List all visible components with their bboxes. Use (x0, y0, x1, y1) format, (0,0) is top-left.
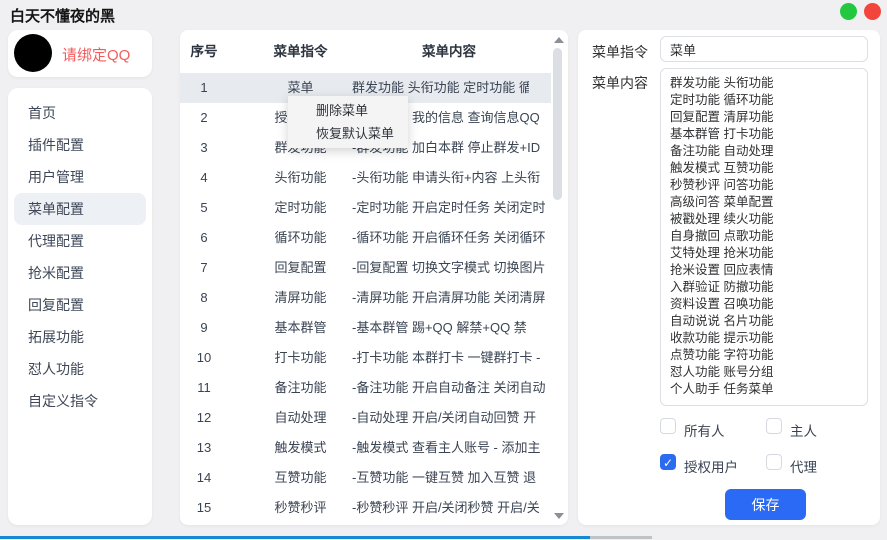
cell-content: -备注功能 开启自动备注 关闭自动 (352, 373, 546, 403)
table-row[interactable]: 9 基本群管 -基本群管 踢+QQ 解禁+QQ 禁 (180, 313, 568, 343)
table-row[interactable]: 12 自动处理 -自动处理 开启/关闭自动回赞 开 (180, 403, 568, 433)
cell-content: -清屏功能 开启清屏功能 关闭清屏 (352, 283, 546, 313)
sidebar-item-plugin-config[interactable]: 插件配置 (14, 129, 146, 161)
cell-content: -互赞功能 一键互赞 加入互赞 退 (352, 463, 546, 493)
table-row[interactable]: 15 秒赞秒评 -秒赞秒评 开启/关闭秒赞 开启/关 (180, 493, 568, 523)
table-row[interactable]: 11 备注功能 -备注功能 开启自动备注 关闭自动 (180, 373, 568, 403)
table-row[interactable]: 7 回复配置 -回复配置 切换文字模式 切换图片 (180, 253, 568, 283)
cell-no: 4 (180, 163, 228, 193)
cell-no: 10 (180, 343, 228, 373)
checkbox-agent[interactable] (766, 454, 782, 470)
cell-no: 14 (180, 463, 228, 493)
checkbox-owner-label: 主人 (790, 420, 817, 440)
cell-no: 6 (180, 223, 228, 253)
table-header: 序号 菜单指令 菜单内容 (180, 37, 568, 67)
profile-card: 请绑定QQ (8, 30, 152, 77)
checkbox-authorized-user-label: 授权用户 (684, 456, 738, 476)
cell-no: 5 (180, 193, 228, 223)
table-row[interactable]: 4 头衔功能 -头衔功能 申请头衔+内容 上头衔 (180, 163, 568, 193)
cell-content: -秒赞秒评 开启/关闭秒赞 开启/关 (352, 493, 546, 523)
table-row[interactable]: 13 触发模式 -触发模式 查看主人账号 - 添加主 (180, 433, 568, 463)
scrollbar-thumb[interactable] (553, 48, 562, 200)
content-textarea[interactable]: 群发功能 头衔功能 定时功能 循环功能 回复配置 清屏功能 基本群管 打卡功能 … (660, 68, 868, 406)
minimize-button[interactable] (840, 3, 857, 20)
sidebar-item-reply-config[interactable]: 回复配置 (14, 289, 146, 321)
command-label: 菜单指令 (592, 42, 648, 62)
context-menu-delete[interactable]: 删除菜单 (288, 99, 408, 122)
cell-no: 12 (180, 403, 228, 433)
cell-no: 15 (180, 493, 228, 523)
table-row[interactable]: 14 互赞功能 -互赞功能 一键互赞 加入互赞 退 (180, 463, 568, 493)
bottom-progress-bar (0, 536, 590, 539)
checkbox-everyone-label: 所有人 (684, 420, 725, 440)
checkbox-everyone[interactable] (660, 418, 676, 434)
cell-no: 2 (180, 103, 228, 133)
cell-no: 7 (180, 253, 228, 283)
window-title: 白天不懂夜的黑 (10, 5, 115, 26)
close-button[interactable] (864, 3, 881, 20)
sidebar-item-extension[interactable]: 拓展功能 (14, 321, 146, 353)
cell-content: -定时功能 开启定时任务 关闭定时 (352, 193, 546, 223)
cell-no: 9 (180, 313, 228, 343)
cell-content: -头衔功能 申请头衔+内容 上头衔 (352, 163, 546, 193)
content-label: 菜单内容 (592, 73, 648, 93)
sidebar-item-home[interactable]: 首页 (14, 97, 146, 129)
header-no: 序号 (180, 37, 228, 67)
cell-no: 8 (180, 283, 228, 313)
cell-content: -循环功能 开启循环任务 关闭循环 (352, 223, 546, 253)
cell-no: 13 (180, 433, 228, 463)
sidebar-item-duiren[interactable]: 怼人功能 (14, 353, 146, 385)
cell-no: 1 (180, 73, 228, 103)
checkbox-authorized-user[interactable]: ✓ (660, 454, 676, 470)
bottom-scrollbar-thumb[interactable] (590, 536, 652, 539)
avatar[interactable] (14, 34, 52, 72)
table-scrollbar[interactable] (551, 30, 567, 525)
table-row[interactable]: 8 清屏功能 -清屏功能 开启清屏功能 关闭清屏 (180, 283, 568, 313)
sidebar-item-user-management[interactable]: 用户管理 (14, 161, 146, 193)
scroll-up-icon[interactable] (554, 37, 564, 43)
header-content: 菜单内容 (352, 37, 546, 67)
cell-no: 11 (180, 373, 228, 403)
cell-content: -自动处理 开启/关闭自动回赞 开 (352, 403, 546, 433)
sidebar-item-menu-config[interactable]: 菜单配置 (14, 193, 146, 225)
context-menu-restore-default[interactable]: 恢复默认菜单 (288, 122, 408, 145)
sidebar-item-custom-commands[interactable]: 自定义指令 (14, 385, 146, 417)
table-row[interactable]: 5 定时功能 -定时功能 开启定时任务 关闭定时 (180, 193, 568, 223)
cell-no: 3 (180, 133, 228, 163)
sidebar-item-qiangmi-config[interactable]: 抢米配置 (14, 257, 146, 289)
table-row[interactable]: 10 打卡功能 -打卡功能 本群打卡 一键群打卡 - (180, 343, 568, 373)
table-row[interactable]: 6 循环功能 -循环功能 开启循环任务 关闭循环 (180, 223, 568, 253)
bind-qq-link[interactable]: 请绑定QQ (62, 44, 130, 65)
cell-content: -触发模式 查看主人账号 - 添加主 (352, 433, 546, 463)
cell-content: -基本群管 踢+QQ 解禁+QQ 禁 (352, 313, 546, 343)
checkbox-owner[interactable] (766, 418, 782, 434)
cell-content: -回复配置 切换文字模式 切换图片 (352, 253, 546, 283)
checkbox-agent-label: 代理 (790, 456, 817, 476)
menu-editor-panel: 菜单指令 菜单内容 群发功能 头衔功能 定时功能 循环功能 回复配置 清屏功能 … (578, 30, 880, 525)
context-menu: 删除菜单 恢复默认菜单 (288, 96, 408, 148)
save-button[interactable]: 保存 (725, 489, 806, 520)
titlebar: 白天不懂夜的黑 (0, 0, 887, 28)
sidebar: 首页 插件配置 用户管理 菜单配置 代理配置 抢米配置 回复配置 拓展功能 怼人… (8, 88, 152, 525)
command-input[interactable] (660, 36, 868, 62)
sidebar-item-proxy-config[interactable]: 代理配置 (14, 225, 146, 257)
scroll-down-icon[interactable] (554, 513, 564, 519)
cell-content: -打卡功能 本群打卡 一键群打卡 - (352, 343, 546, 373)
